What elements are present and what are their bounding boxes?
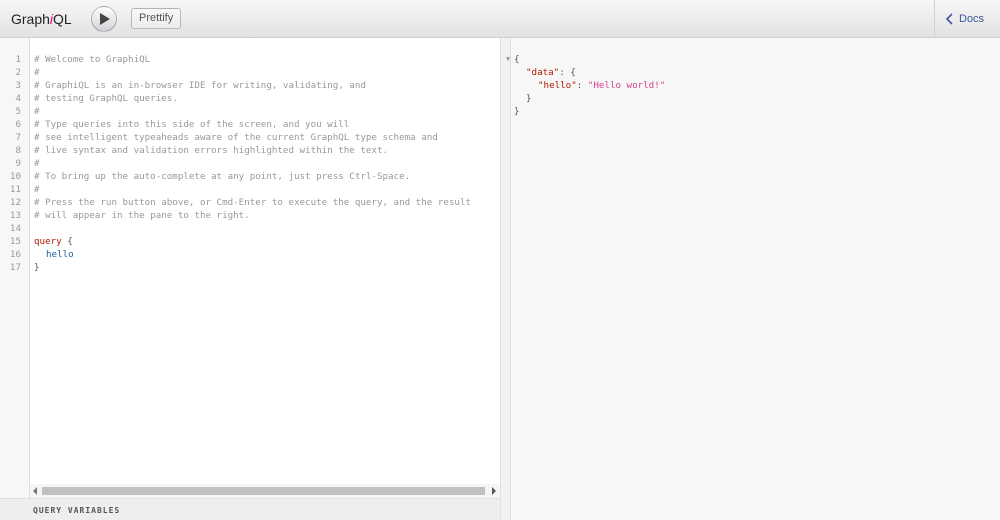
title-prefix: Graph: [11, 11, 50, 27]
code-comment[interactable]: # live syntax and validation errors high…: [34, 144, 388, 157]
query-variables-bar[interactable]: QUERY VARIABLES: [0, 498, 500, 520]
result-line: ▼{: [506, 53, 520, 66]
line-number: 8: [15, 145, 21, 156]
colon: :: [559, 67, 571, 78]
line-number: 16: [9, 249, 21, 260]
code-comment[interactable]: # testing GraphQL queries.: [34, 92, 178, 105]
play-icon: [100, 13, 110, 25]
query-line[interactable]: query {: [34, 235, 73, 248]
open-brace: {: [67, 236, 73, 247]
chevron-left-icon: [946, 13, 953, 25]
data-key: "data": [526, 67, 560, 78]
prettify-button[interactable]: Prettify: [131, 8, 182, 29]
code-comment[interactable]: #: [34, 157, 40, 170]
scroll-left-icon[interactable]: [33, 487, 37, 495]
field-line[interactable]: hello: [46, 248, 74, 261]
scrollbar-thumb[interactable]: [42, 487, 485, 495]
result-viewer: ▼{ "data": { "hello": "Hello world!" } }: [506, 38, 1000, 520]
hello-key: "hello": [538, 80, 577, 91]
result-line: "hello": "Hello world!": [538, 79, 665, 92]
close-brace: }: [34, 262, 40, 273]
run-button[interactable]: [91, 6, 117, 32]
code-comment[interactable]: # Press the run button above, or Cmd-Ent…: [34, 196, 471, 209]
chevron-down-icon[interactable]: ▼: [506, 53, 510, 66]
query-keyword: query: [34, 236, 62, 247]
line-number: 1: [15, 54, 21, 65]
docs-label: Docs: [959, 13, 985, 25]
line-number: 2: [15, 67, 21, 78]
app-title: GraphiQL: [11, 11, 72, 27]
code-comment[interactable]: #: [34, 66, 40, 79]
query-editor[interactable]: 1 2 3 4 5 6 7 8 9 10 11 12 13 14 15 16 1…: [0, 38, 500, 520]
code-comment[interactable]: #: [34, 105, 40, 118]
toolbar: GraphiQL Prettify Docs: [0, 0, 1000, 38]
title-suffix: QL: [53, 11, 72, 27]
line-number: 17: [9, 262, 21, 273]
line-number: 14: [9, 223, 21, 234]
line-number: 13: [9, 210, 21, 221]
horizontal-scrollbar[interactable]: [30, 484, 500, 498]
pane-divider[interactable]: [500, 38, 511, 520]
outer-close-brace: }: [514, 106, 520, 117]
code-comment[interactable]: # GraphiQL is an in-browser IDE for writ…: [34, 79, 366, 92]
scroll-right-icon[interactable]: [492, 487, 496, 495]
code-comment[interactable]: #: [34, 183, 40, 196]
line-number: 6: [15, 119, 21, 130]
line-number: 9: [15, 158, 21, 169]
line-number: 7: [15, 132, 21, 143]
field-name: hello: [46, 249, 74, 260]
code-comment[interactable]: # To bring up the auto-complete at any p…: [34, 170, 410, 183]
code-comment[interactable]: # Type queries into this side of the scr…: [34, 118, 349, 131]
line-number-gutter: 1 2 3 4 5 6 7 8 9 10 11 12 13 14 15 16 1…: [0, 38, 30, 498]
code-comment[interactable]: # Welcome to GraphiQL: [34, 53, 150, 66]
result-line: "data": {: [526, 66, 576, 79]
line-number: 5: [15, 106, 21, 117]
hello-value: "Hello world!": [587, 80, 666, 91]
colon: :: [576, 80, 588, 91]
result-open-brace: {: [514, 54, 520, 65]
line-number: 10: [9, 171, 21, 182]
result-line: }: [514, 105, 520, 118]
docs-button[interactable]: Docs: [934, 0, 1000, 38]
code-comment[interactable]: # see intelligent typeaheads aware of th…: [34, 131, 438, 144]
query-variables-title: QUERY VARIABLES: [33, 506, 121, 515]
code-comment[interactable]: # will appear in the pane to the right.: [34, 209, 250, 222]
close-line[interactable]: }: [34, 261, 40, 274]
data-open-brace: {: [570, 67, 576, 78]
line-number: 3: [15, 80, 21, 91]
line-number: 11: [9, 184, 21, 195]
line-number: 15: [9, 236, 21, 247]
inner-close-brace: }: [526, 93, 532, 104]
result-line: }: [526, 92, 532, 105]
line-number: 12: [9, 197, 21, 208]
line-number: 4: [15, 93, 21, 104]
